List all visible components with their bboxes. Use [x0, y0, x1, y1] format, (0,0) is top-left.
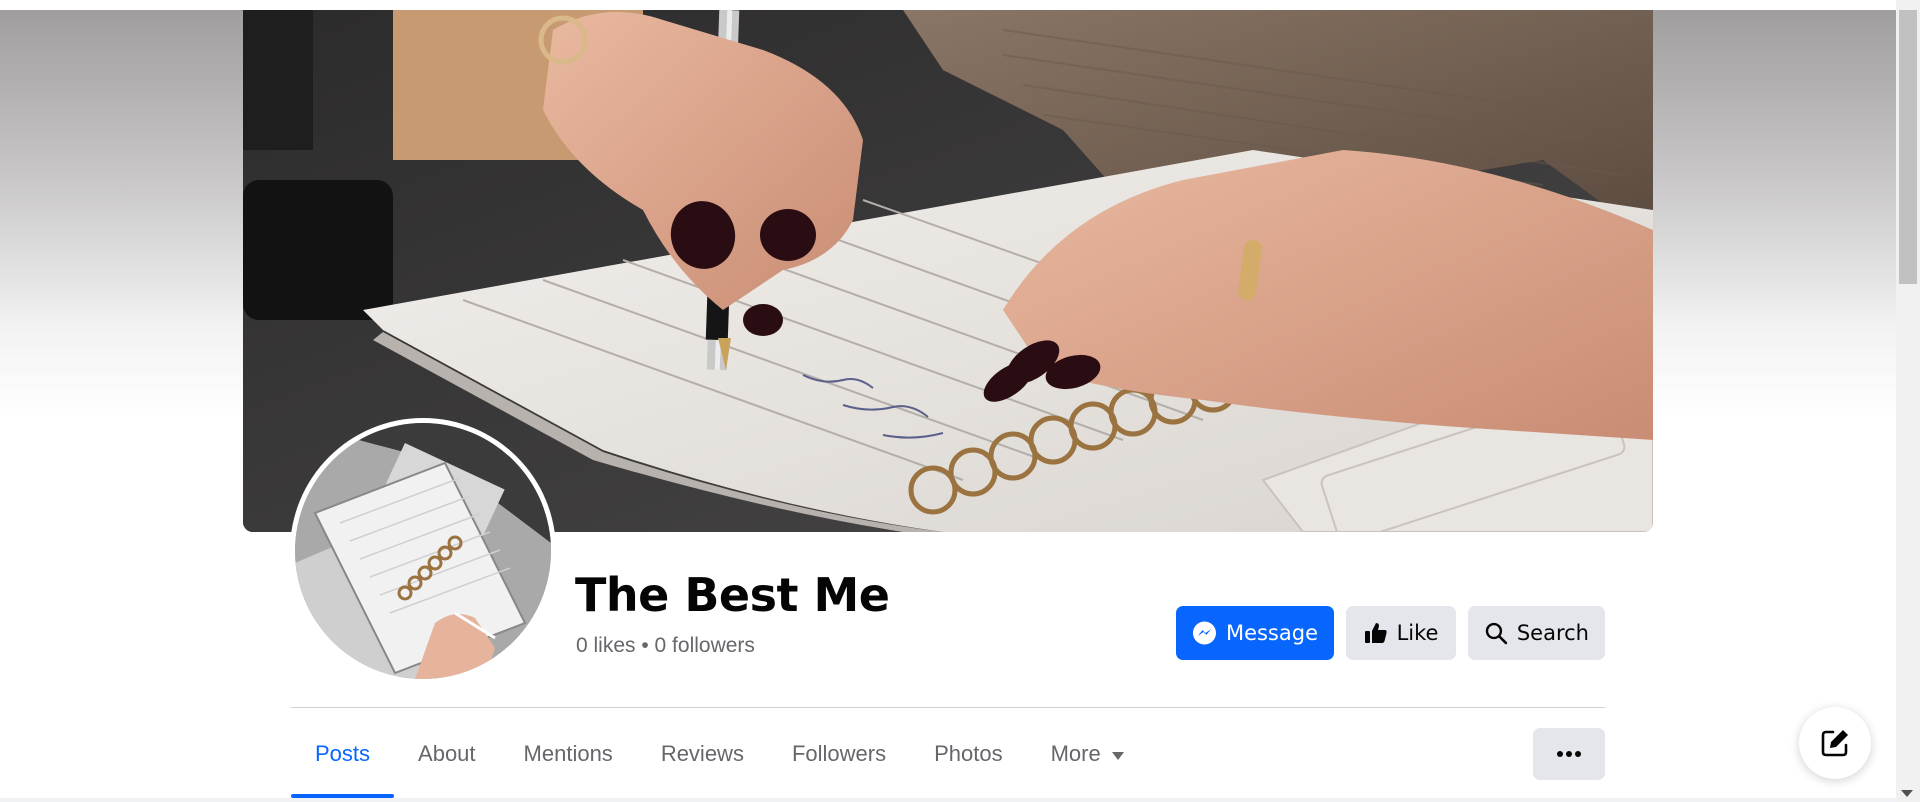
avatar-illustration — [295, 423, 551, 679]
like-button[interactable]: Like — [1346, 606, 1456, 660]
tab-label: Reviews — [660, 741, 744, 766]
message-button[interactable]: Message — [1176, 606, 1334, 660]
tab-label: About — [418, 741, 476, 766]
scroll-down-arrow-icon[interactable] — [1901, 790, 1913, 797]
page-tabs: Posts About Mentions Reviews Followers P… — [291, 710, 1149, 800]
profile-picture-frame[interactable] — [290, 418, 556, 684]
search-button[interactable]: Search — [1468, 606, 1605, 660]
message-button-label: Message — [1225, 621, 1318, 645]
page-title: The Best Me — [575, 568, 890, 622]
compose-icon — [1821, 730, 1848, 757]
tab-label: Mentions — [523, 741, 613, 766]
tab-posts[interactable]: Posts — [291, 710, 395, 798]
tab-about[interactable]: About — [394, 710, 500, 798]
page-stats: 0 likes • 0 followers — [576, 634, 755, 657]
tab-mentions[interactable]: Mentions — [500, 710, 637, 798]
tab-label: Photos — [934, 741, 1003, 766]
thumbs-up-icon — [1364, 623, 1387, 643]
messenger-icon — [1192, 621, 1216, 645]
tab-label: Posts — [315, 741, 371, 766]
avatar[interactable] — [295, 423, 551, 679]
content-area-edge — [0, 798, 1896, 802]
scrollbar-thumb[interactable] — [1899, 10, 1917, 284]
page-actions: Message Like Search — [1176, 606, 1605, 660]
tab-photos[interactable]: Photos — [910, 710, 1027, 798]
search-button-label: Search — [1516, 621, 1589, 645]
compose-message-button[interactable] — [1799, 707, 1871, 779]
like-button-label: Like — [1396, 621, 1439, 645]
tab-label: More — [1050, 741, 1101, 766]
tab-followers[interactable]: Followers — [768, 710, 910, 798]
search-icon — [1485, 622, 1508, 645]
header-divider — [291, 707, 1605, 708]
ellipsis-icon — [1557, 751, 1581, 757]
caret-down-icon — [1111, 741, 1125, 767]
tab-more[interactable]: More — [1027, 710, 1149, 798]
tab-label: Followers — [791, 741, 887, 766]
tab-reviews[interactable]: Reviews — [637, 710, 768, 798]
top-edge — [0, 0, 1920, 10]
more-options-button[interactable] — [1533, 728, 1605, 780]
